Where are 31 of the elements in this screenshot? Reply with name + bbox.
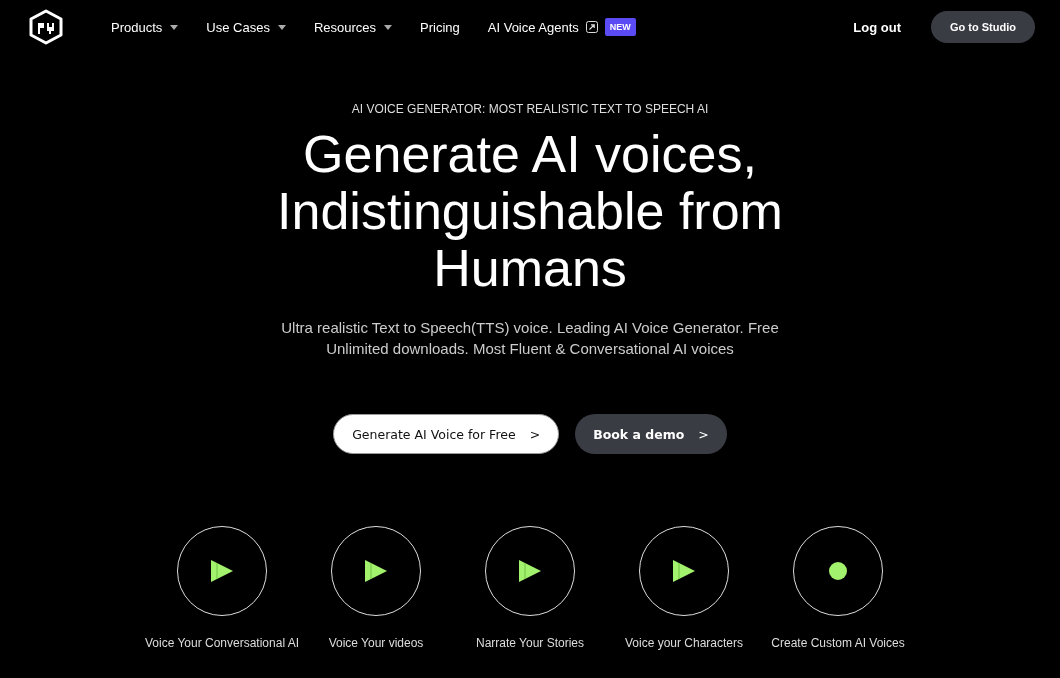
play-icon xyxy=(672,559,696,583)
hero-title-line: Humans xyxy=(433,240,627,297)
sample-label: Create Custom AI Voices xyxy=(771,636,905,650)
subtitle-line: Ultra realistic Text to Speech(TTS) voice. Leading AI Voice Generator. Free xyxy=(281,318,779,338)
hero-title-line: Indistinguishable from xyxy=(277,183,783,240)
caret-icon xyxy=(277,24,286,30)
studio-button[interactable]: Go to Studio xyxy=(931,11,1035,43)
external-link-icon xyxy=(585,21,598,33)
new-badge: NEW xyxy=(604,18,636,36)
play-icon xyxy=(364,559,388,583)
sample-label: Voice your Characters xyxy=(624,636,744,650)
demo-button[interactable]: Book a demo > xyxy=(575,414,727,454)
record-icon xyxy=(829,562,847,580)
nav-link[interactable]: AI Voice Agents NEW xyxy=(487,18,636,36)
generate-button[interactable]: Generate AI Voice for Free > xyxy=(333,414,560,454)
subtitle-line: Unlimited downloads. Most Fluent & Conversational AI voices xyxy=(326,339,734,359)
eyebrow-text: AI VOICE GENERATOR: MOST REALISTIC TEXT TO SPEECH AI xyxy=(351,102,709,116)
nav-link[interactable]: Pricing xyxy=(420,19,460,35)
logout-link[interactable]: Log out xyxy=(853,19,901,35)
play-icon xyxy=(210,559,234,583)
sample-label: Narrate Your Stories xyxy=(475,636,585,650)
nav-link[interactable]: Use Cases xyxy=(206,19,286,35)
nav-link[interactable]: Products xyxy=(111,19,179,35)
sample-label: Voice Your videos xyxy=(328,636,424,650)
hero-title-line: Generate AI voices, xyxy=(303,126,757,183)
sample-label: Voice Your Conversational AI xyxy=(144,636,300,650)
nav-link[interactable]: Resources xyxy=(313,19,393,35)
play-icon xyxy=(518,559,542,583)
caret-icon xyxy=(384,24,393,30)
logo-icon[interactable] xyxy=(28,9,64,45)
caret-icon xyxy=(170,24,179,30)
